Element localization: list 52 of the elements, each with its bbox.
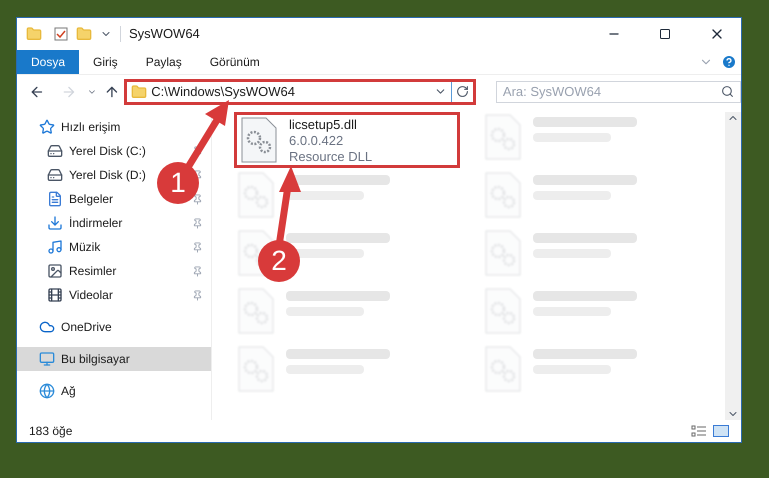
details-view-icon[interactable] <box>691 425 707 437</box>
ribbon-tab[interactable]: Paylaş <box>132 50 196 74</box>
nav-label: Müzik <box>69 240 100 254</box>
checklist-icon[interactable] <box>54 27 68 41</box>
maximize-icon[interactable] <box>659 28 671 40</box>
nav-label: Yerel Disk (D:) <box>69 168 146 182</box>
nav-label: Hızlı erişim <box>61 120 120 134</box>
pin-icon[interactable] <box>192 242 203 252</box>
pin-icon[interactable] <box>192 194 203 204</box>
ribbon-tab[interactable]: Görünüm <box>196 50 274 74</box>
search-placeholder: Ara: SysWOW64 <box>502 82 602 101</box>
download-icon <box>47 215 63 231</box>
pin-icon[interactable] <box>192 218 203 228</box>
file-tile[interactable]: licsetup5.dll 6.0.0.422 Resource DLL <box>234 112 460 168</box>
ribbon-tab[interactable]: Dosya <box>17 50 80 74</box>
tiles-view-icon[interactable] <box>713 425 729 437</box>
search-icon <box>720 85 734 98</box>
film-icon <box>47 287 63 303</box>
nav-label: Belgeler <box>69 192 114 206</box>
music-note-icon <box>47 239 63 255</box>
ribbon-tab[interactable]: Giriş <box>79 50 132 74</box>
file-type: Resource DLL <box>289 149 372 165</box>
drive-icon <box>47 167 63 183</box>
nav-label: İndirmeler <box>69 216 122 230</box>
refresh-icon[interactable] <box>456 85 469 98</box>
file-gear-icon <box>241 117 277 163</box>
nav-label: Bu bilgisayar <box>61 352 130 366</box>
nav-label: Yerel Disk (C:) <box>69 144 146 158</box>
scrollbar[interactable] <box>725 112 741 420</box>
pin-icon[interactable] <box>192 290 203 300</box>
nav-label: Resimler <box>69 264 116 278</box>
window-title: SysWOW64 <box>129 25 201 44</box>
address-path: C:\Windows\SysWOW64 <box>151 82 296 101</box>
item-count: 183 öğe <box>29 423 74 440</box>
pin-icon[interactable] <box>192 266 203 276</box>
folder-icon <box>131 84 148 100</box>
star-icon <box>39 119 55 135</box>
document-icon <box>47 191 63 207</box>
monitor-icon <box>39 351 55 367</box>
file-name: licsetup5.dll <box>289 117 358 133</box>
nav-label: Ağ <box>61 384 76 398</box>
network-icon <box>39 383 55 399</box>
help-icon[interactable] <box>721 54 737 70</box>
nav-label: Videolar <box>69 288 113 302</box>
picture-icon <box>47 263 63 279</box>
address-bar[interactable]: C:\Windows\SysWOW64 <box>124 78 476 104</box>
drive-icon <box>47 143 63 159</box>
nav-label: OneDrive <box>61 320 112 334</box>
pin-icon[interactable] <box>192 146 203 156</box>
cloud-icon <box>39 319 55 335</box>
file-version: 6.0.0.422 <box>289 133 344 149</box>
back-icon[interactable] <box>29 84 45 100</box>
